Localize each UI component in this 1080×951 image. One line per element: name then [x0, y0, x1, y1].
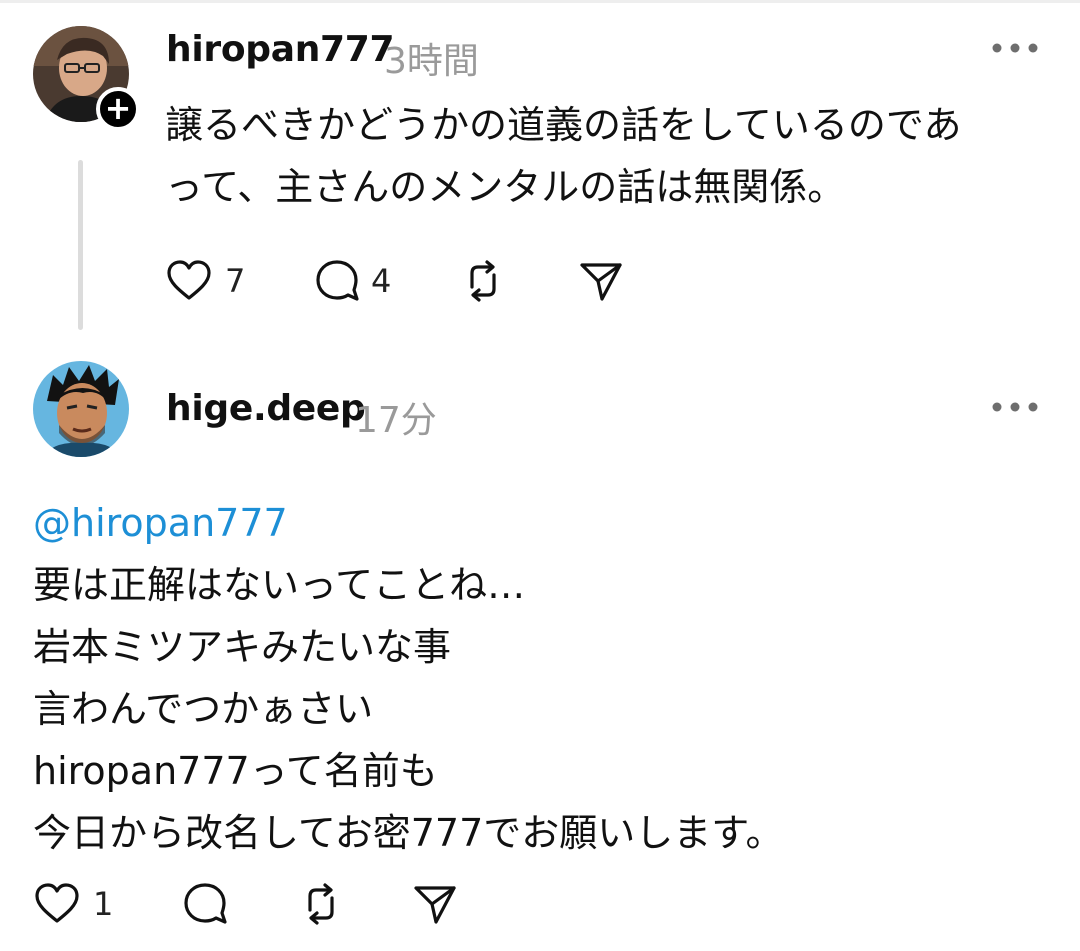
repost-icon [308, 883, 334, 925]
comment-button[interactable]: 4 [313, 251, 403, 311]
share-icon [580, 263, 622, 301]
avatar[interactable] [33, 361, 129, 457]
mention-link[interactable]: @hiropan777 [33, 492, 783, 554]
repost-button[interactable] [297, 874, 353, 934]
comment-icon [184, 883, 227, 924]
threads-screen: + hiropan777 3時間 譲るべきかどうかの道義の話をしているのであ っ… [0, 0, 1080, 951]
share-button[interactable] [577, 251, 633, 311]
like-count: 1 [93, 885, 114, 923]
post-hiropan777: + hiropan777 3時間 譲るべきかどうかの道義の話をしているのであ っ… [0, 0, 1080, 340]
post-text-line: って、主さんのメンタルの話は無関係。 [165, 165, 846, 209]
post-actions: 1 [33, 874, 533, 934]
post-text: 譲るべきかどうかの道義の話をしているのであ って、主さんのメンタルの話は無関係。 [165, 94, 961, 218]
more-icon[interactable] [990, 397, 1040, 417]
post-text-line: 言わんでつかぁさい [33, 687, 374, 731]
heart-icon [35, 883, 79, 923]
share-button[interactable] [411, 874, 467, 934]
heart-icon [167, 260, 211, 300]
like-count: 7 [225, 262, 246, 300]
comment-button[interactable] [181, 874, 237, 934]
post-text-line: hiropan777って名前も [33, 749, 438, 793]
timestamp: 17分 [355, 400, 437, 441]
reply-count: 4 [371, 262, 392, 300]
post-text-line: 譲るべきかどうかの道義の話をしているのであ [165, 103, 962, 147]
post-actions: 7 4 [165, 251, 665, 311]
post-hige-deep: hige.deep 17分 @hiropan777 要は正解はないってことね… … [0, 340, 1080, 951]
timestamp: 3時間 [384, 41, 479, 82]
follow-plus-icon[interactable]: + [96, 87, 140, 131]
thread-line [78, 160, 83, 330]
username[interactable]: hige.deep [166, 388, 366, 429]
post-text-line: 要は正解はないってことね… [33, 563, 526, 607]
more-icon[interactable] [990, 38, 1040, 58]
like-button[interactable]: 7 [165, 251, 255, 311]
post-text-line: 今日から改名してお密777でお願いします。 [33, 811, 784, 855]
post-text-line: 岩本ミツアキみたいな事 [33, 625, 452, 669]
repost-icon [470, 260, 496, 302]
username[interactable]: hiropan777 [166, 29, 395, 70]
comment-icon [316, 260, 359, 301]
like-button[interactable]: 1 [33, 874, 123, 934]
share-icon [414, 886, 456, 924]
post-text: @hiropan777 要は正解はないってことね… 岩本ミツアキみたいな事 言わ… [33, 492, 783, 864]
repost-button[interactable] [459, 251, 515, 311]
